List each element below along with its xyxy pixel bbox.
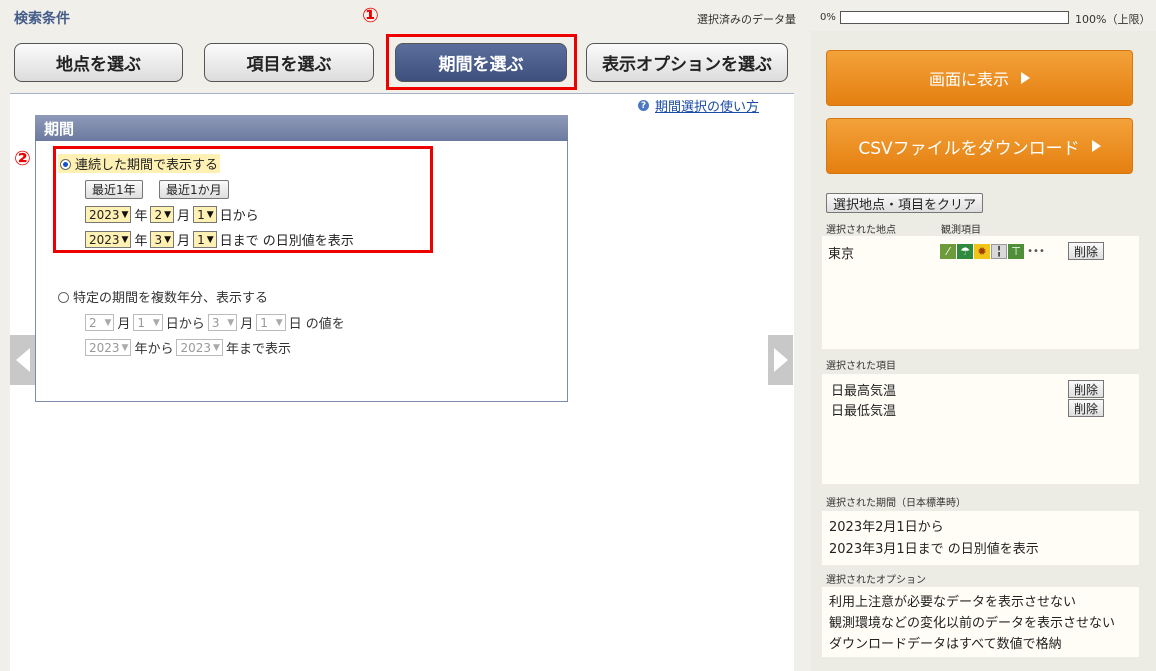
selected-period-label: 選択された期間（日本標準時） — [826, 498, 966, 509]
progress-label: 選択済みのデータ量 — [697, 13, 796, 26]
arrow-right-icon — [773, 348, 788, 372]
next-step-button[interactable] — [768, 335, 793, 385]
specific-date-row: 2 ▼ 月 1 ▼ 日から 3 ▼ 月 1 ▼ 日 の値を — [85, 313, 345, 332]
delete-point-button[interactable]: 削除 — [1068, 242, 1105, 260]
specific-year-from-select[interactable]: 2023 ▼ — [85, 339, 132, 356]
selected-period-from: 2023年2月1日から — [829, 520, 944, 535]
tab-select-item[interactable]: 項目を選ぶ — [204, 43, 374, 82]
selected-option: 観測環境などの変化以前のデータを表示させない — [829, 616, 1116, 631]
selected-option: 利用上注意が必要なデータを表示させない — [829, 595, 1077, 610]
selected-item-name: 日最高気温 — [831, 384, 897, 399]
radio-specific-period[interactable]: 特定の期間を複数年分、表示する — [58, 287, 268, 306]
help-link-wrap[interactable]: ? 期間選択の使い方 — [638, 96, 759, 115]
page-title: 検索条件 — [14, 11, 70, 27]
chevron-down-icon: ▼ — [152, 317, 160, 328]
chevron-down-icon: ▼ — [227, 317, 235, 328]
sun-icon: ✹ — [974, 244, 990, 259]
period-section-header: 期間 — [35, 115, 568, 141]
display-on-screen-button[interactable]: 画面に表示 — [826, 50, 1133, 106]
period-help-link[interactable]: 期間選択の使い方 — [655, 96, 759, 115]
umbrella-icon: ☂ — [957, 244, 973, 259]
clear-selection-button[interactable]: 選択地点・項目をクリア — [826, 193, 984, 213]
radio-specific-label: 特定の期間を複数年分、表示する — [73, 291, 269, 306]
highlight-box-period — [53, 146, 433, 253]
selected-point-name: 東京 — [828, 247, 855, 262]
tab-select-display-option[interactable]: 表示オプションを選ぶ — [586, 43, 788, 82]
selected-points-label: 選択された地点 — [826, 225, 896, 236]
specific-from-month-select[interactable]: 2 ▼ — [85, 314, 115, 331]
rain-icon: ⁄ — [940, 244, 956, 259]
chevron-down-icon: ▼ — [121, 342, 129, 353]
observation-icons: ⁄ ☂ ✹ ╏ ⊤ ••• — [940, 244, 1045, 259]
selected-options-label: 選択されたオプション — [826, 575, 926, 586]
progress-max-label: 100%（上限） — [1075, 13, 1151, 26]
highlight-box-tab — [386, 34, 577, 90]
download-csv-button[interactable]: CSVファイルをダウンロード — [826, 118, 1133, 174]
progress-min-label: 0% — [820, 12, 836, 23]
specific-year-row: 2023 ▼ 年から 2023 ▼ 年まで表示 — [85, 338, 291, 357]
specific-from-day-select[interactable]: 1 ▼ — [133, 314, 163, 331]
arrow-left-icon — [15, 348, 30, 372]
play-arrow-icon — [1021, 72, 1030, 84]
specific-year-to-select[interactable]: 2023 ▼ — [176, 339, 223, 356]
annotation-marker-1: ① — [362, 3, 379, 27]
selected-items-label: 選択された項目 — [826, 361, 896, 372]
radio-button-unselected[interactable] — [58, 292, 69, 303]
observation-elements-label: 観測項目 — [941, 225, 981, 236]
question-circle-icon: ? — [638, 100, 649, 111]
delete-item-button[interactable]: 削除 — [1068, 380, 1105, 398]
annotation-marker-2: ② — [14, 146, 31, 170]
previous-step-button[interactable] — [10, 335, 35, 385]
tab-select-point[interactable]: 地点を選ぶ — [14, 43, 183, 82]
chevron-down-icon: ▼ — [275, 317, 283, 328]
more-icon: ••• — [1027, 245, 1045, 257]
chevron-down-icon: ▼ — [213, 342, 220, 353]
chevron-down-icon: ▼ — [104, 317, 112, 328]
thermometer-icon: ╏ — [991, 244, 1007, 259]
selected-period-to: 2023年3月1日まで の日別値を表示 — [829, 542, 1039, 557]
data-volume-progress-bar — [840, 11, 1069, 24]
wind-icon: ⊤ — [1008, 244, 1024, 259]
play-arrow-icon — [1091, 140, 1101, 152]
selected-item-name: 日最低気温 — [831, 404, 897, 419]
specific-to-day-select[interactable]: 1 ▼ — [256, 314, 286, 331]
selected-option: ダウンロードデータはすべて数値で格納 — [829, 637, 1062, 652]
specific-to-month-select[interactable]: 3 ▼ — [207, 314, 238, 331]
delete-item-button[interactable]: 削除 — [1068, 399, 1105, 417]
